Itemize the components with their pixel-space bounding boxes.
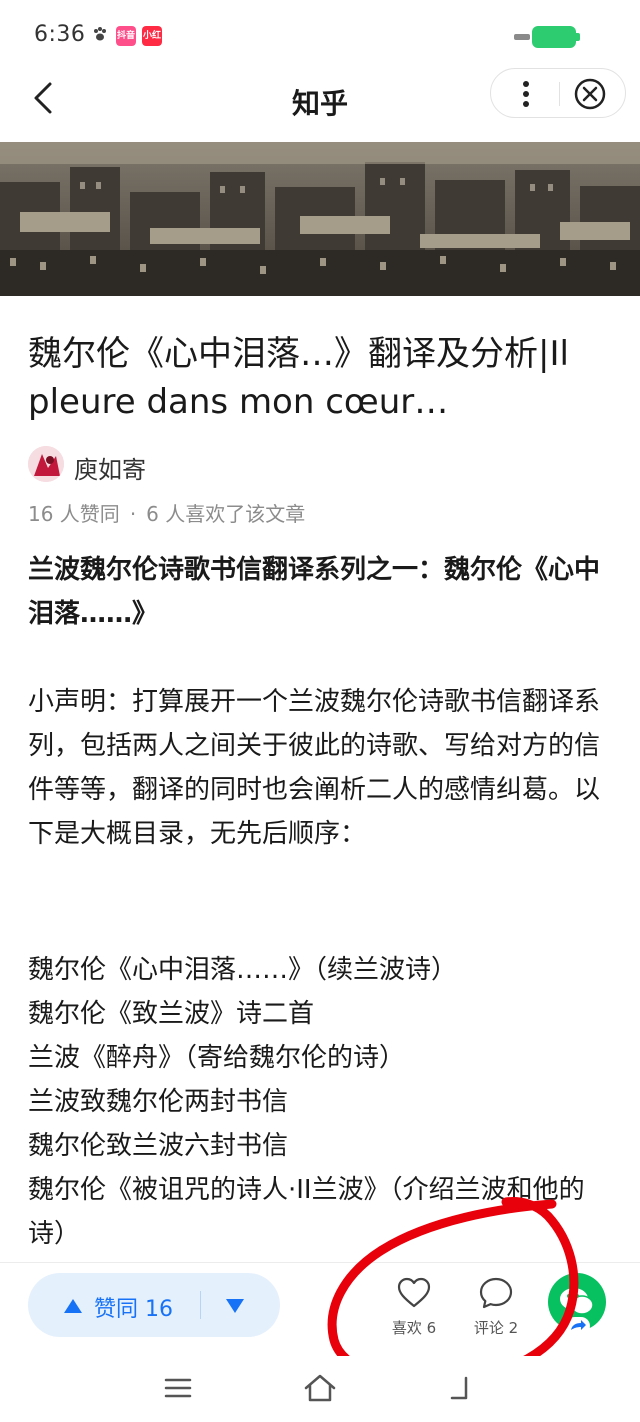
status-bar: 6:36 抖音 小红书: [0, 0, 640, 68]
close-button[interactable]: [569, 74, 611, 114]
upvote-label: 赞同 16: [94, 1297, 173, 1322]
chevron-left-icon: [34, 82, 52, 114]
avatar[interactable]: [28, 446, 64, 482]
list-item: 魏尔伦《被诅咒的诗人·II兰波》（介绍兰波和他的诗）: [28, 1175, 585, 1249]
status-time: 6:36: [34, 22, 86, 47]
back-button[interactable]: [26, 76, 62, 120]
action-bar: 赞同 16 喜欢 6 评论 2: [0, 1262, 640, 1356]
screen: 6:36 抖音 小红书 知乎 魏尔伦《心中泪落…》翻译及分析|Il pleure…: [0, 0, 640, 1422]
article-stats: 16 人赞同 · 6 人喜欢了该文章: [28, 498, 305, 527]
like-count-text: 6 人喜欢了该文章: [146, 502, 306, 526]
article-paragraph: 小声明：打算展开一个兰波魏尔伦诗歌书信翻译系列，包括两人之间关于彼此的诗歌、写给…: [28, 687, 601, 849]
comment-bubble-icon: [479, 1277, 513, 1309]
vote-divider: [200, 1291, 201, 1319]
mini-program-capsule: [490, 68, 626, 118]
app-badge-icon: 抖音: [116, 26, 136, 46]
system-home-button[interactable]: [298, 1368, 342, 1408]
menu-icon: [164, 1378, 192, 1398]
app-badge-icon: 小红书: [142, 26, 162, 61]
more-vertical-icon: [523, 81, 529, 107]
close-circle-icon: [574, 78, 606, 110]
share-arrow-icon: [566, 1317, 590, 1335]
battery-icon: [514, 26, 580, 48]
table-of-contents: 魏尔伦《心中泪落……》（续兰波诗） 魏尔伦《致兰波》诗二首 兰波《醉舟》（寄给魏…: [28, 948, 618, 1256]
triangle-up-icon: [64, 1299, 82, 1313]
list-item: 兰波致魏尔伦两封书信: [28, 1087, 289, 1117]
upvote-button[interactable]: 赞同 16: [28, 1273, 200, 1337]
article-title: 魏尔伦《心中泪落…》翻译及分析|Il pleure dans mon cœur…: [28, 334, 569, 422]
upvote-count-text: 16 人赞同: [28, 502, 120, 526]
system-menu-button[interactable]: [156, 1368, 200, 1408]
avatar-image: [28, 446, 64, 482]
article-subheading: 兰波魏尔伦诗歌书信翻译系列之一：魏尔伦《心中泪落……》: [28, 555, 601, 629]
system-nav-bar: [0, 1356, 640, 1422]
vote-pill: 赞同 16: [28, 1273, 280, 1337]
paw-icon: [94, 27, 106, 41]
like-label: 喜欢 6: [391, 1319, 437, 1337]
comment-label: 评论 2: [473, 1319, 519, 1337]
home-icon: [304, 1374, 336, 1402]
comment-button[interactable]: 评论 2: [461, 1273, 531, 1339]
like-button[interactable]: 喜欢 6: [379, 1273, 449, 1339]
cityscape-image: [0, 142, 640, 296]
heart-icon: [397, 1277, 431, 1308]
list-item: 魏尔伦《心中泪落……》（续兰波诗）: [28, 955, 458, 985]
triangle-down-icon: [226, 1299, 244, 1313]
separator-dot: ·: [129, 502, 137, 526]
nav-bar: 知乎: [0, 68, 640, 142]
article-header-image: [0, 142, 640, 296]
list-item: 兰波《醉舟》（寄给魏尔伦的诗）: [28, 1043, 406, 1073]
capsule-divider: [559, 82, 560, 106]
list-item: 魏尔伦致兰波六封书信: [28, 1131, 289, 1161]
more-button[interactable]: [505, 74, 547, 114]
back-icon: [450, 1376, 468, 1400]
author-name[interactable]: 庾如寄: [74, 450, 146, 485]
system-back-button[interactable]: [440, 1368, 484, 1408]
downvote-button[interactable]: [212, 1273, 268, 1337]
list-item: 魏尔伦《致兰波》诗二首: [28, 999, 315, 1029]
